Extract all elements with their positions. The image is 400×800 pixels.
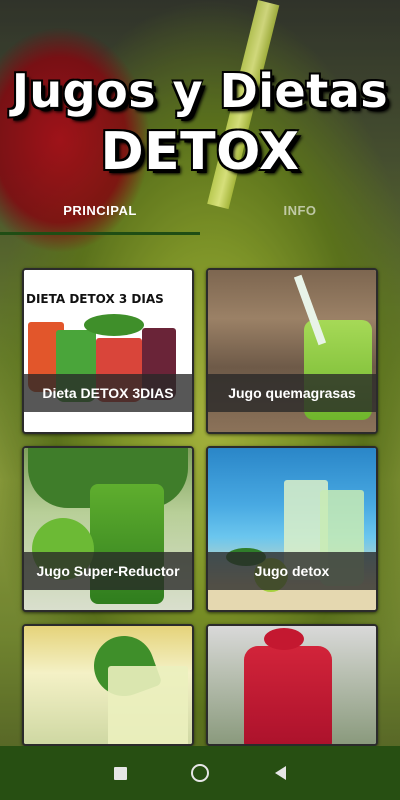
tab-bar: PRINCIPAL INFO: [0, 188, 400, 232]
app-title-line1: Jugos y Dietas: [11, 64, 389, 118]
tab-indicator: [0, 232, 200, 235]
card-jugo-quemagrasas[interactable]: Jugo quemagrasas: [206, 268, 378, 434]
recent-apps-button[interactable]: [106, 759, 134, 787]
home-icon: [191, 764, 209, 782]
card-jugo-detox[interactable]: Jugo detox: [206, 446, 378, 612]
recent-apps-icon: [113, 766, 127, 780]
card-recipe-6[interactable]: [206, 624, 378, 746]
back-button[interactable]: [266, 759, 294, 787]
app-title-line2: DETOX: [100, 122, 300, 182]
card-label: Jugo Super-Reductor: [24, 552, 192, 590]
card-image: [24, 626, 192, 744]
card-recipe-5[interactable]: [22, 624, 194, 746]
card-image: [208, 626, 376, 744]
card-label: Jugo quemagrasas: [208, 374, 376, 412]
system-nav-bar: [0, 746, 400, 800]
home-button[interactable]: [186, 759, 214, 787]
recipe-grid: DIETA DETOX 3 DIAS Dieta DETOX 3DIAS Jug…: [22, 268, 378, 746]
card-dieta-detox[interactable]: DIETA DETOX 3 DIAS Dieta DETOX 3DIAS: [22, 268, 194, 434]
back-icon: [274, 766, 286, 780]
tab-info[interactable]: INFO: [200, 188, 400, 232]
card-label: Dieta DETOX 3DIAS: [24, 374, 192, 412]
tab-principal[interactable]: PRINCIPAL: [0, 188, 200, 232]
card-label: Jugo detox: [208, 552, 376, 590]
card-image-text: DIETA DETOX 3 DIAS: [26, 292, 164, 306]
card-jugo-super-reductor[interactable]: Jugo Super-Reductor: [22, 446, 194, 612]
